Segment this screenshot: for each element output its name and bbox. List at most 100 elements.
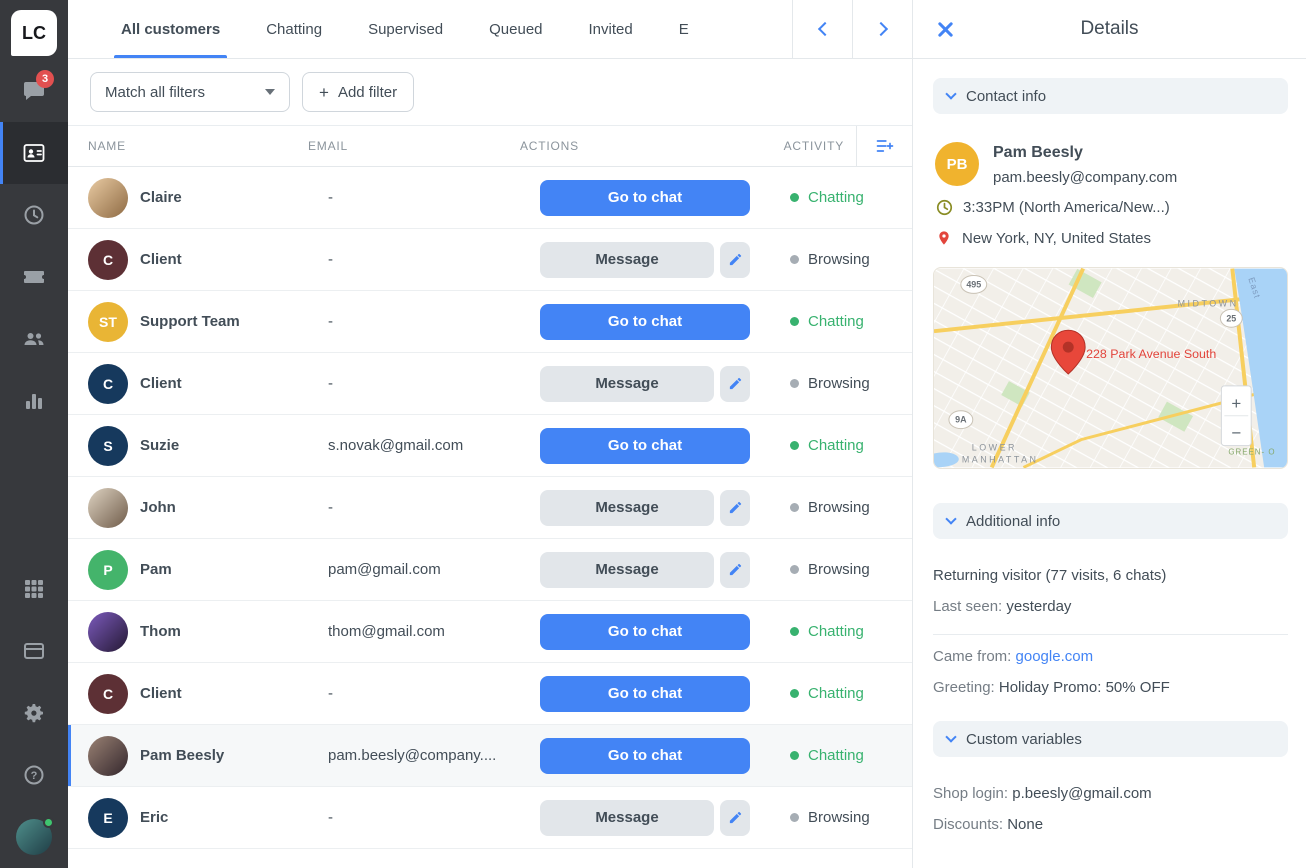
- sidebar-item-customers[interactable]: [0, 122, 68, 184]
- tab-queued[interactable]: Queued: [466, 0, 565, 58]
- tab-chatting[interactable]: Chatting: [243, 0, 345, 58]
- action-button[interactable]: Go to chat: [540, 180, 750, 216]
- customer-row[interactable]: ST Support Team - Go to chat Chatting: [68, 291, 912, 353]
- sidebar-item-billing[interactable]: [0, 620, 68, 682]
- activity-dot-icon: [790, 193, 799, 202]
- customer-row[interactable]: John - Message Browsing: [68, 477, 912, 539]
- customer-email: -: [328, 375, 540, 392]
- activity-dot-icon: [790, 441, 799, 450]
- activity-label: Browsing: [808, 561, 870, 578]
- action-button[interactable]: Go to chat: [540, 738, 750, 774]
- action-button[interactable]: Message: [540, 490, 714, 526]
- action-button[interactable]: Message: [540, 366, 714, 402]
- chevron-down-icon: [945, 513, 956, 524]
- location-map[interactable]: 495 25 9A MIDTOWN LOWER MANHATTAN GREEN-…: [933, 267, 1288, 469]
- tab-supervised[interactable]: Supervised: [345, 0, 466, 58]
- section-contact-info[interactable]: Contact info: [933, 78, 1288, 114]
- activity-status: Browsing: [790, 561, 912, 578]
- greeting-value: Holiday Promo: 50% OFF: [999, 679, 1170, 696]
- edit-message-button[interactable]: [720, 366, 750, 402]
- activity-status: Browsing: [790, 499, 912, 516]
- activity-dot-icon: [790, 751, 799, 760]
- svg-text:?: ?: [31, 770, 38, 782]
- customer-row[interactable]: S Suzie s.novak@gmail.com Go to chat Cha…: [68, 415, 912, 477]
- visitor-summary: Returning visitor (77 visits, 6 chats): [933, 567, 1288, 585]
- edit-message-button[interactable]: [720, 242, 750, 278]
- customer-row[interactable]: Claire - Go to chat Chatting: [68, 167, 912, 229]
- customer-row[interactable]: P Pam pam@gmail.com Message Browsing: [68, 539, 912, 601]
- customer-name: Thom: [140, 623, 328, 640]
- add-filter-button[interactable]: + Add filter: [302, 72, 414, 112]
- sidebar-item-archives[interactable]: [0, 184, 68, 246]
- action-button[interactable]: Message: [540, 552, 714, 588]
- svg-text:GREEN- O: GREEN- O: [1228, 448, 1275, 457]
- customer-email: -: [328, 809, 540, 826]
- action-button[interactable]: Go to chat: [540, 676, 750, 712]
- sidebar: LC 3: [0, 0, 68, 868]
- customer-row[interactable]: E Eric - Message Browsing: [68, 787, 912, 849]
- customer-email: pam.beesly@company....: [328, 747, 540, 764]
- pencil-icon: [728, 500, 743, 515]
- customer-email: -: [328, 189, 540, 206]
- action-button[interactable]: Message: [540, 800, 714, 836]
- location-row: New York, NY, United States: [936, 229, 1288, 247]
- sidebar-item-reports[interactable]: [0, 370, 68, 432]
- zoom-in-button[interactable]: +: [1231, 394, 1241, 413]
- action-button[interactable]: Message: [540, 242, 714, 278]
- section-additional-info[interactable]: Additional info: [933, 503, 1288, 539]
- column-header-activity: ACTIVITY: [770, 139, 856, 153]
- tab-all-customers[interactable]: All customers: [98, 0, 243, 58]
- customer-email: -: [328, 499, 540, 516]
- tabs-scroll-right-button[interactable]: [852, 0, 912, 58]
- help-icon: ?: [22, 763, 46, 787]
- action-button[interactable]: Go to chat: [540, 614, 750, 650]
- sidebar-item-chats[interactable]: 3: [0, 60, 68, 122]
- edit-message-button[interactable]: [720, 800, 750, 836]
- customer-avatar: ST: [88, 302, 128, 342]
- action-button[interactable]: Go to chat: [540, 428, 750, 464]
- customer-email: pam@gmail.com: [328, 561, 540, 578]
- close-details-button[interactable]: [935, 19, 955, 39]
- sidebar-item-tickets[interactable]: [0, 246, 68, 308]
- match-filters-dropdown[interactable]: Match all filters: [90, 72, 290, 112]
- column-header-actions: ACTIONS: [520, 139, 770, 153]
- action-button[interactable]: Go to chat: [540, 304, 750, 340]
- svg-text:9A: 9A: [955, 415, 967, 425]
- customer-avatar: P: [88, 550, 128, 590]
- gear-icon: [22, 701, 46, 725]
- tab-invited[interactable]: Invited: [566, 0, 656, 58]
- customer-email: s.novak@gmail.com: [328, 437, 540, 454]
- section-custom-variables[interactable]: Custom variables: [933, 721, 1288, 757]
- list-settings-icon[interactable]: [856, 126, 912, 166]
- sidebar-item-team[interactable]: [0, 308, 68, 370]
- came-from-link[interactable]: google.com: [1016, 648, 1094, 665]
- sidebar-item-apps[interactable]: [0, 558, 68, 620]
- activity-dot-icon: [790, 689, 799, 698]
- tabs-scroll-left-button[interactable]: [792, 0, 852, 58]
- map-zoom-control[interactable]: + −: [1221, 386, 1251, 446]
- tab-e[interactable]: E: [656, 0, 712, 58]
- customer-row[interactable]: C Client - Message Browsing: [68, 229, 912, 291]
- contact-name: Pam Beesly: [993, 144, 1177, 162]
- sidebar-item-profile[interactable]: [0, 806, 68, 868]
- customer-row[interactable]: Thom thom@gmail.com Go to chat Chatting: [68, 601, 912, 663]
- customer-email: -: [328, 313, 540, 330]
- livechat-logo[interactable]: LC: [11, 10, 57, 56]
- zoom-out-button[interactable]: −: [1231, 424, 1241, 443]
- last-seen-row: Last seen: yesterday: [933, 598, 1288, 616]
- sidebar-item-help[interactable]: ?: [0, 744, 68, 806]
- customer-name: John: [140, 499, 328, 516]
- customer-row[interactable]: C Client - Go to chat Chatting: [68, 663, 912, 725]
- customer-row[interactable]: C Client - Message Browsing: [68, 353, 912, 415]
- sidebar-item-settings[interactable]: [0, 682, 68, 744]
- edit-message-button[interactable]: [720, 490, 750, 526]
- column-header-name: NAME: [68, 139, 308, 153]
- edit-message-button[interactable]: [720, 552, 750, 588]
- svg-text:LOWER: LOWER: [972, 443, 1017, 453]
- contact-summary: PB Pam Beesly pam.beesly@company.com: [935, 142, 1288, 186]
- map-pin-label: 228 Park Avenue South: [1086, 347, 1216, 361]
- customer-actions: Message: [540, 490, 790, 526]
- tab-list: All customers Chatting Supervised Queued…: [68, 0, 792, 58]
- svg-text:MIDTOWN: MIDTOWN: [1178, 298, 1239, 308]
- customer-row[interactable]: Pam Beesly pam.beesly@company.... Go to …: [68, 725, 912, 787]
